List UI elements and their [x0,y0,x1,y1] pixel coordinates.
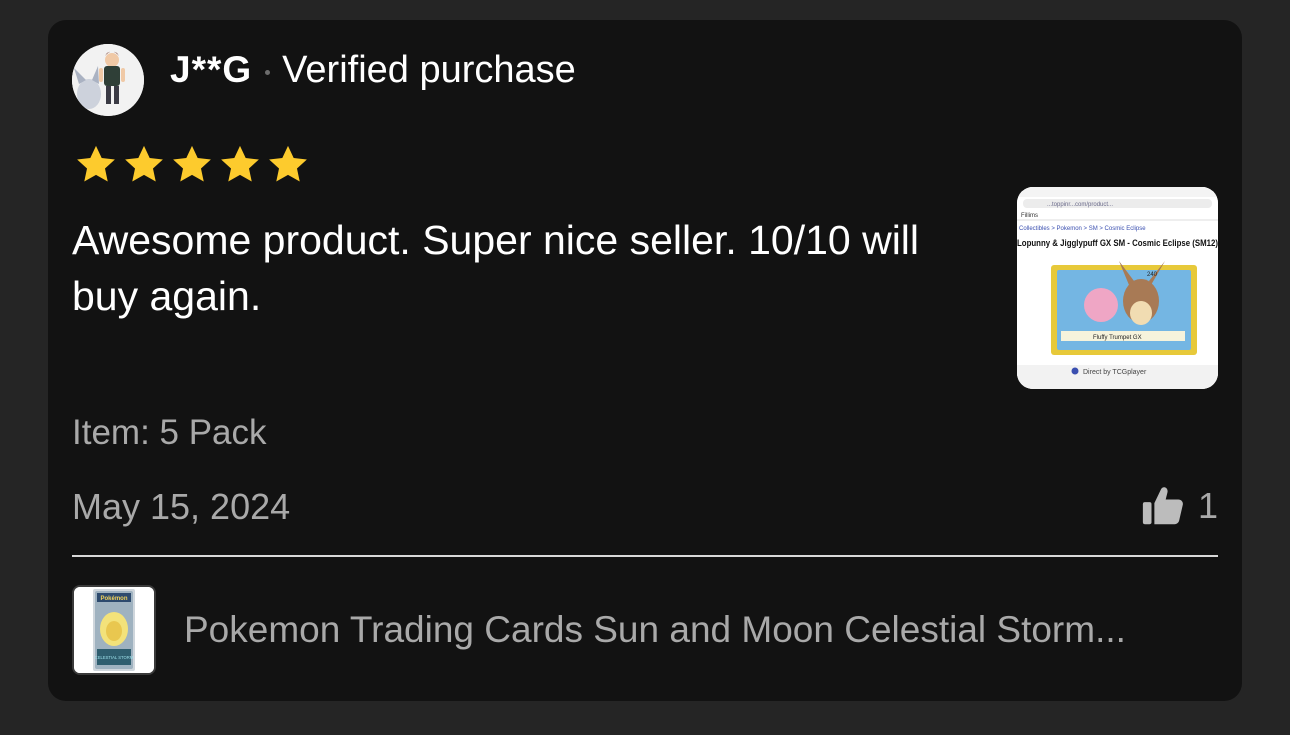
helpful-count: 1 [1197,485,1218,526]
star-icon [221,145,259,182]
verified-purchase-label: Verified purchase [282,48,576,91]
review-photo[interactable]: ...toppinr...com/product... Fillims Coll… [1017,187,1218,389]
item-variant-label: Item: 5 Pack [72,413,267,452]
photo-card-hp-text: 240 [1147,272,1158,278]
photo-breadcrumb-text: Collectibles > Pokemon > SM > Cosmic Ecl… [1019,226,1146,232]
product-thumbnail: Pokémon CELESTIAL STORM [72,585,156,675]
product-title: Pokemon Trading Cards Sun and Moon Celes… [184,609,1126,650]
divider [72,555,1218,557]
star-icon [125,145,163,182]
photo-footer-text: Direct by TCGplayer [1083,369,1147,376]
separator-dot [265,69,271,75]
photo-url-text: ...toppinr...com/product... [1047,202,1113,208]
star-icon [269,145,307,182]
photo-brand-text: Fillims [1021,213,1038,219]
review-date: May 15, 2024 [72,486,291,527]
review-text: Awesome product. Super nice seller. 10/1… [72,217,920,319]
star-icon [173,145,211,182]
pack-set-text: CELESTIAL STORM [95,655,134,660]
review-card: J**G Verified purchase Awesome product. … [48,20,1242,701]
star-rating [74,143,310,187]
product-link[interactable]: Pokémon CELESTIAL STORM Pokemon Trading … [72,583,1218,677]
helpful-button[interactable]: 1 [1140,483,1218,529]
photo-title-text: Lopunny & Jigglypuff GX SM - Cosmic Ecli… [1017,238,1218,248]
pack-brand-text: Pokémon [100,596,127,602]
reviewer-avatar [72,44,144,116]
photo-card-ability-text: Fluffy Trumpet GX [1093,335,1142,341]
star-icon [77,145,115,182]
reviewer-name: J**G [170,49,253,90]
reviewer-header: J**G Verified purchase [170,46,576,94]
thumbs-up-icon [1142,487,1183,525]
